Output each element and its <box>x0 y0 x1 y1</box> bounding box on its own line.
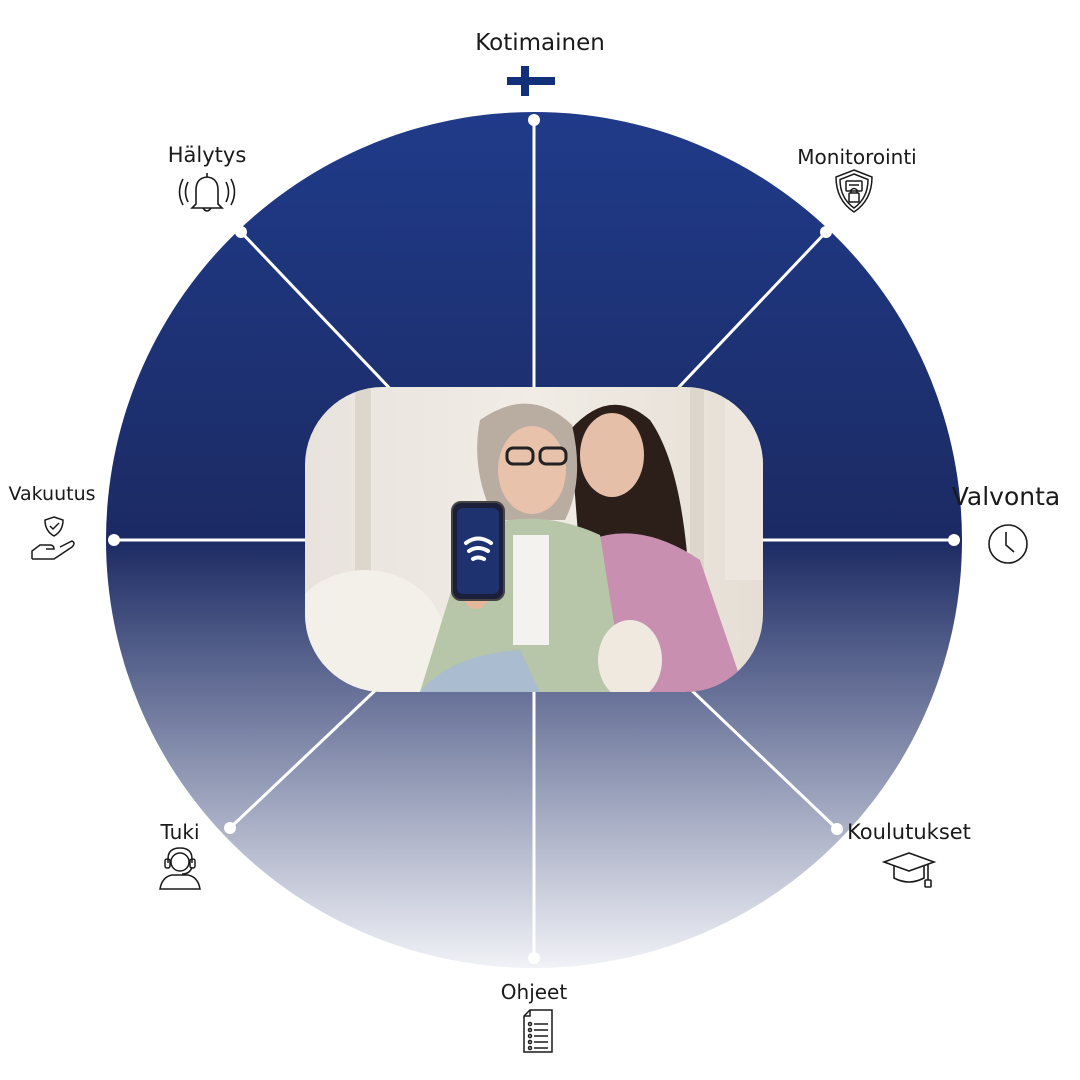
clock-icon <box>988 524 1028 564</box>
segment-label-monitorointi[interactable]: Monitorointi <box>797 145 916 169</box>
shield-lock-icon <box>835 169 873 213</box>
graduation-cap-icon <box>881 852 937 888</box>
segment-label-vakuutus[interactable]: Vakuutus <box>8 483 95 505</box>
segment-label-koulutukset[interactable]: Koulutukset <box>847 820 971 844</box>
ringing-bell-icon <box>178 173 236 212</box>
segment-label-tuki[interactable]: Tuki <box>161 820 200 844</box>
segment-label-valvonta[interactable]: Valvonta <box>952 482 1060 511</box>
document-list-icon <box>523 1009 553 1053</box>
segment-label-ohjeet[interactable]: Ohjeet <box>501 980 567 1004</box>
segment-label-kotimainen[interactable]: Kotimainen <box>475 30 605 56</box>
segment-wheel <box>106 112 962 968</box>
center-photo <box>305 387 763 692</box>
hand-shield-icon <box>31 516 75 560</box>
segment-label-halytys[interactable]: Hälytys <box>168 143 247 167</box>
headset-support-icon <box>159 847 201 890</box>
finnish-flag-cross-icon <box>507 66 555 96</box>
